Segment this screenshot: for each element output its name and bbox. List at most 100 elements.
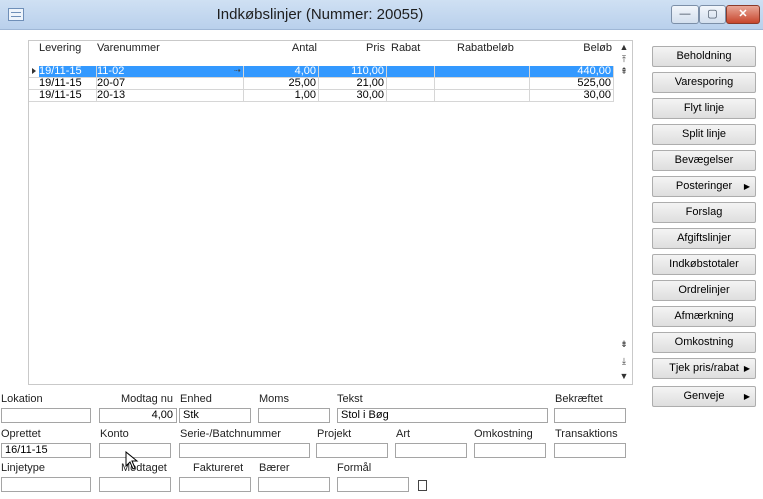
baerer-label: Bærer [259,462,290,474]
lokation-field[interactable] [1,408,91,423]
cell-rabat[interactable] [387,66,435,77]
baerer-field[interactable] [258,477,330,492]
moms-label: Moms [259,393,289,405]
faktureret-field[interactable] [179,477,251,492]
omkostning-label: Omkostning [474,428,533,440]
column-header-rabat[interactable]: Rabat [387,41,435,55]
button-label: Beholdning [676,50,732,62]
title-bar: Indkøbslinjer (Nummer: 20055) — ▢ ✕ [0,0,763,30]
cell-levering[interactable]: 19/11-15 [39,66,97,77]
cell-varenummer[interactable]: 11-02 [97,66,244,77]
column-header-antal[interactable]: Antal [244,41,319,55]
cell-rabatbelob[interactable] [435,78,530,89]
cell-varenummer[interactable]: 20-07 [97,78,244,89]
indkobstotaler-button[interactable]: Indkøbstotaler [652,254,756,275]
button-label: Ordrelinjer [678,284,730,296]
scroll-bottom-icon[interactable]: ⇟ [618,339,630,349]
flyt-linje-button[interactable]: Flyt linje [652,98,756,119]
cell-rabatbelob[interactable] [435,90,530,101]
serie-batchnummer-label: Serie-/Batchnummer [180,428,281,440]
cell-pris[interactable]: 21,00 [319,78,387,89]
genveje-button[interactable]: Genveje ▶ [652,386,756,407]
button-label: Bevægelser [674,154,734,166]
cell-belob[interactable]: 525,00 [530,78,614,89]
cell-pris[interactable]: 30,00 [319,90,387,101]
grid-header: Levering Varenummer Antal Pris Rabat Rab… [29,41,614,55]
forslag-button[interactable]: Forslag [652,202,756,223]
column-header-varenummer[interactable]: Varenummer [97,41,244,55]
button-label: Split linje [681,128,727,140]
close-button[interactable]: ✕ [726,5,760,24]
transaktions-field[interactable] [554,443,626,458]
tekst-label: Tekst [337,393,363,405]
cell-levering[interactable]: 19/11-15 [39,78,97,89]
afmaerkning-button[interactable]: Afmærkning [652,306,756,327]
enhed-field[interactable]: Stk [179,408,251,423]
tjek-pris-rabat-button[interactable]: Tjek pris/rabat ▶ [652,358,756,379]
button-label: Varesporing [674,76,734,88]
button-label: Indkøbstotaler [669,258,739,270]
button-label: Tjek pris/rabat [669,362,739,374]
scroll-down-icon[interactable]: ▼ [618,371,630,381]
projekt-label: Projekt [317,428,352,440]
art-label: Art [396,428,411,440]
minimize-button[interactable]: — [671,5,699,24]
document-icon[interactable] [418,480,427,491]
omkostning-button[interactable]: Omkostning [652,332,756,353]
table-row[interactable]: 19/11-15 11-02 ⇢ 4,00 110,00 440,00 [29,66,614,78]
projekt-field[interactable] [316,443,388,458]
scroll-top-icon[interactable]: ⤒ [618,54,630,64]
bekraeftet-field[interactable] [554,408,626,423]
cell-antal[interactable]: 1,00 [244,90,319,101]
posteringer-button[interactable]: Posteringer ▶ [652,176,756,197]
cell-antal[interactable]: 25,00 [244,78,319,89]
beholdning-button[interactable]: Beholdning [652,46,756,67]
omkostning-field[interactable] [474,443,546,458]
serie-batchnummer-field[interactable] [179,443,310,458]
linjetype-field[interactable] [1,477,91,492]
cell-pris[interactable]: 110,00 [319,66,387,77]
cell-belob[interactable]: 30,00 [530,90,614,101]
column-header-belob[interactable]: Beløb [530,41,614,55]
split-linje-button[interactable]: Split linje [652,124,756,145]
cell-rabatbelob[interactable] [435,66,530,77]
row-pointer-icon [32,68,36,74]
art-field[interactable] [395,443,467,458]
column-header-levering[interactable]: Levering [39,41,97,55]
maximize-button[interactable]: ▢ [699,5,726,24]
cell-levering[interactable]: 19/11-15 [39,90,97,101]
lokation-label: Lokation [1,393,43,405]
button-label: Genveje [683,390,725,402]
cell-antal[interactable]: 4,00 [244,66,319,77]
formal-field[interactable] [337,477,409,492]
linjetype-label: Linjetype [1,462,46,474]
ordrelinjer-button[interactable]: Ordrelinjer [652,280,756,301]
modtaget-field[interactable] [99,477,171,492]
button-label: Flyt linje [683,102,725,114]
scroll-bottom-icon[interactable]: ⤓ [618,356,630,366]
submenu-arrow-icon: ▶ [743,392,750,401]
purchase-lines-grid[interactable]: Levering Varenummer Antal Pris Rabat Rab… [28,40,633,385]
table-row[interactable]: 19/11-15 20-13 1,00 30,00 30,00 [29,90,614,102]
tekst-field[interactable]: Stol i Bøg [337,408,548,423]
column-header-rabatbelob[interactable]: Rabatbeløb [435,41,530,55]
bevaegelser-button[interactable]: Bevægelser [652,150,756,171]
button-label: Posteringer [675,180,733,192]
faktureret-label: Faktureret [193,462,244,474]
afgiftslinjer-button[interactable]: Afgiftslinjer [652,228,756,249]
enhed-label: Enhed [180,393,212,405]
cell-rabat[interactable] [387,78,435,89]
cell-varenummer[interactable]: 20-13 [97,90,244,101]
column-header-pris[interactable]: Pris [319,41,387,55]
varesporing-button[interactable]: Varesporing [652,72,756,93]
scroll-up-icon[interactable]: ▲ [618,42,630,52]
mouse-cursor-icon [125,451,139,470]
cell-belob[interactable]: 440,00 [530,66,614,77]
table-row[interactable]: 19/11-15 20-07 25,00 21,00 525,00 [29,78,614,90]
modtag-nu-field[interactable]: 4,00 [99,408,177,423]
oprettet-field[interactable]: 16/11-15 [1,443,91,458]
scroll-top-icon[interactable]: ⇞ [618,66,630,76]
moms-field[interactable] [258,408,330,423]
lookup-icon[interactable]: ⇢ [234,66,241,75]
cell-rabat[interactable] [387,90,435,101]
